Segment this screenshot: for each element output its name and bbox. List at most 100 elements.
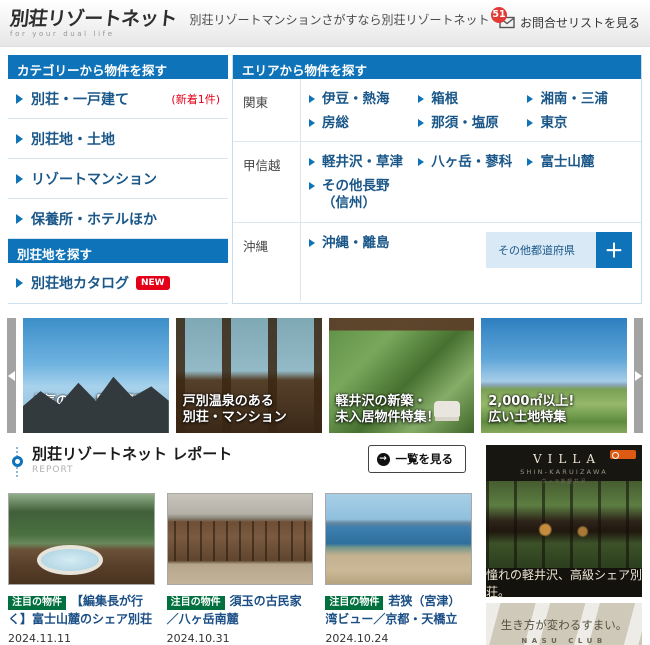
article-title-block: 注目の物件【編集長が行く】富士山麓のシェア別荘 xyxy=(8,592,155,628)
mail-icon: 51 xyxy=(499,16,515,29)
arrow-right-icon xyxy=(527,158,533,166)
area-link-label: 軽井沢・草津 xyxy=(322,154,403,172)
article-list: 注目の物件【編集長が行く】富士山麓のシェア別荘 2024.11.11 注目の物件… xyxy=(8,493,472,645)
carousel-next-icon xyxy=(635,371,642,381)
other-prefecture-label: その他都道府県 xyxy=(498,242,575,258)
category-item-label: 別荘・一戸建て xyxy=(31,89,129,109)
category-item-land[interactable]: 別荘地・土地 xyxy=(8,119,228,159)
slide-caption: 人気の八ヶ岳・蓼科の 物件特集 xyxy=(30,394,165,427)
other-prefecture-box: その他都道府県 ＋ xyxy=(486,232,632,268)
article-title-block: 注目の物件若狭（宮津）湾ビュー／京都・天橋立 xyxy=(325,592,472,628)
arrow-right-icon xyxy=(527,119,533,127)
article-card-wakasa[interactable]: 注目の物件若狭（宮津）湾ビュー／京都・天橋立 2024.10.24 xyxy=(325,493,472,645)
area-row-kanto: 関東 伊豆・熱海 箱根 湘南・三浦 房総 那須・塩原 東京 xyxy=(233,79,641,142)
article-date: 2024.10.31 xyxy=(167,632,314,645)
carousel-prev-button[interactable] xyxy=(7,318,16,433)
area-links: 軽井沢・草津 八ヶ岳・蓼科 富士山麓 その他長野（信州） xyxy=(301,142,641,222)
carousel-slide-land[interactable]: 2,000㎡以上! 広い土地特集 xyxy=(481,318,627,433)
sidebar-ads: VILLA SHIN-KARUIZAWA ヴィラ新軽井沢 憧れの軽井沢、高級シェ… xyxy=(486,445,642,645)
arrow-right-icon xyxy=(16,174,23,184)
category-panel: カテゴリーから物件を探す 別荘・一戸建て (新着1件) 別荘地・土地 リゾートマ… xyxy=(8,55,228,304)
arrow-right-icon xyxy=(16,278,23,288)
area-link-boso[interactable]: 房総 xyxy=(309,112,418,136)
villa-ad-header: VILLA SHIN-KARUIZAWA ヴィラ新軽井沢 xyxy=(486,445,642,481)
arrow-right-icon xyxy=(309,119,315,127)
contact-link-label: お問合せリストを見る xyxy=(520,14,640,31)
villa-ad-caption: 憧れの軽井沢、高級シェア別荘。 xyxy=(486,568,642,597)
arrow-right-icon xyxy=(309,182,315,190)
nasu-ad-caption: 生き方が変わるすまい。 xyxy=(486,617,642,633)
arrow-right-icon xyxy=(418,158,424,166)
arrow-right-icon xyxy=(16,214,23,224)
carousel-slide-yatsugatake[interactable]: 人気の八ヶ岳・蓼科の 物件特集 xyxy=(23,318,169,433)
slide-caption: 軽井沢の新築・ 未入居物件特集！ xyxy=(336,394,471,427)
area-link-nasu-shiobara[interactable]: 那須・塩原 xyxy=(418,112,527,136)
category-item-label: 別荘地・土地 xyxy=(31,129,115,149)
arrow-right-icon xyxy=(527,95,533,103)
view-all-button[interactable]: 一覧を見る xyxy=(368,445,467,473)
area-link-label: 伊豆・熱海 xyxy=(322,91,390,109)
arrow-right-icon xyxy=(309,158,315,166)
new-arrivals-note: (新着1件) xyxy=(171,91,220,107)
report-title: 別荘リゾートネット レポート xyxy=(32,445,232,463)
arrow-right-icon xyxy=(418,95,424,103)
area-link-izu-atami[interactable]: 伊豆・熱海 xyxy=(309,88,418,112)
category-item-label: 別荘地カタログ xyxy=(31,273,129,293)
nasu-ad-brand: NASU CLUB xyxy=(486,637,642,645)
category-item-label: リゾートマンション xyxy=(31,169,157,189)
arrow-right-icon xyxy=(309,95,315,103)
area-link-label: 八ヶ岳・蓼科 xyxy=(431,154,512,172)
area-link-label: 湘南・三浦 xyxy=(540,91,608,109)
area-link-yatsugatake-tateshina[interactable]: 八ヶ岳・蓼科 xyxy=(418,151,527,175)
villa-ad-logo-icon xyxy=(610,450,636,459)
featured-badge: 注目の物件 xyxy=(325,596,383,610)
area-link-fujisanroku[interactable]: 富士山麓 xyxy=(527,151,636,175)
area-link-okinawa-ritou[interactable]: 沖縄・離島 xyxy=(309,232,482,256)
carousel-slide-onsen[interactable]: 戸別温泉のある 別荘・マンション xyxy=(176,318,322,433)
area-links: 伊豆・熱海 箱根 湘南・三浦 房総 那須・塩原 東京 xyxy=(301,79,641,141)
contact-count-badge: 51 xyxy=(491,7,507,23)
villa-ad-subbrand: SHIN-KARUIZAWA xyxy=(486,468,642,476)
carousel-next-button[interactable] xyxy=(634,318,643,433)
carousel-prev-icon xyxy=(8,371,15,381)
new-badge: NEW xyxy=(136,276,170,290)
area-link-shonan-miura[interactable]: 湘南・三浦 xyxy=(527,88,636,112)
category-panel-title: カテゴリーから物件を探す xyxy=(8,55,228,79)
contact-list-link[interactable]: 51 お問合せリストを見る xyxy=(499,14,640,31)
area-links: 沖縄・離島 xyxy=(301,223,486,301)
article-date: 2024.10.24 xyxy=(325,632,472,645)
category-item-catalog[interactable]: 別荘地カタログ NEW xyxy=(8,263,228,303)
article-date: 2024.11.11 xyxy=(8,632,155,645)
site-logo[interactable]: 別荘リゾートネット for your dual life xyxy=(10,10,177,39)
area-row-koshinetsu: 甲信越 軽井沢・草津 八ヶ岳・蓼科 富士山麓 その他長野（信州） xyxy=(233,142,641,223)
area-link-tokyo[interactable]: 東京 xyxy=(527,112,636,136)
arrow-right-icon xyxy=(16,134,23,144)
article-card-fujisanroku[interactable]: 注目の物件【編集長が行く】富士山麓のシェア別荘 2024.11.11 xyxy=(8,493,155,645)
bottom-section: 別荘リゾートネット レポート REPORT 一覧を見る 注目の物件【編集長が行く… xyxy=(0,433,650,645)
villa-karuizawa-ad-banner[interactable]: VILLA SHIN-KARUIZAWA ヴィラ新軽井沢 憧れの軽井沢、高級シェ… xyxy=(486,445,642,597)
villa-ad-note: ヴィラ新軽井沢 xyxy=(486,478,642,485)
category-item-house[interactable]: 別荘・一戸建て (新着1件) xyxy=(8,79,228,119)
carousel-slide-karuizawa[interactable]: 軽井沢の新築・ 未入居物件特集！ xyxy=(329,318,475,433)
report-header: 別荘リゾートネット レポート REPORT 一覧を見る xyxy=(8,445,472,479)
area-link-karuizawa-kusatsu[interactable]: 軽井沢・草津 xyxy=(309,151,418,175)
arrow-right-icon xyxy=(418,119,424,127)
expand-plus-button[interactable]: ＋ xyxy=(596,232,632,268)
featured-badge: 注目の物件 xyxy=(8,596,66,610)
search-panels: カテゴリーから物件を探す 別荘・一戸建て (新着1件) 別荘地・土地 リゾートマ… xyxy=(0,47,650,304)
site-logo-title: 別荘リゾートネット xyxy=(9,10,178,30)
arrow-right-icon xyxy=(16,94,23,104)
area-link-hakone[interactable]: 箱根 xyxy=(418,88,527,112)
area-link-label: 東京 xyxy=(540,115,567,133)
area-link-other-nagano[interactable]: その他長野（信州） xyxy=(309,175,418,216)
area-panel-title: エリアから物件を探す xyxy=(233,55,641,79)
villa-ad-photo xyxy=(486,481,642,568)
nasu-club-ad-banner[interactable]: 生き方が変わるすまい。 NASU CLUB xyxy=(486,603,642,645)
villa-land-panel-title: 別荘地を探す xyxy=(8,239,228,263)
category-item-hotel[interactable]: 保養所・ホテルほか xyxy=(8,199,228,239)
category-item-resort-mansion[interactable]: リゾートマンション xyxy=(8,159,228,199)
area-link-label: 沖縄・離島 xyxy=(322,235,390,253)
article-card-kominka[interactable]: 注目の物件須玉の古民家／八ヶ岳南麓 2024.10.31 xyxy=(167,493,314,645)
area-link-label: その他長野（信州） xyxy=(322,178,414,213)
feature-carousel: 人気の八ヶ岳・蓼科の 物件特集 戸別温泉のある 別荘・マンション 軽井沢の新築・… xyxy=(0,318,650,433)
